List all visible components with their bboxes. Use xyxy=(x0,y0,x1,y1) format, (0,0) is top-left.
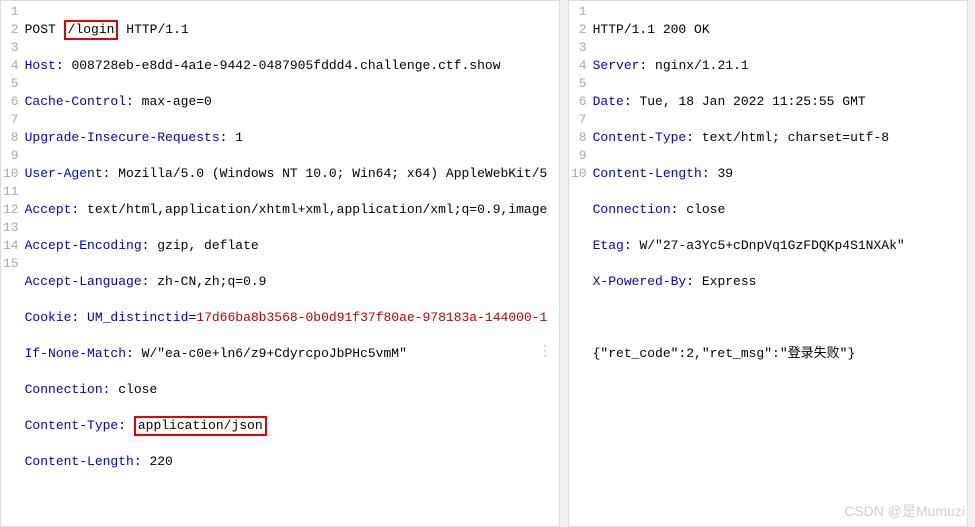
response-code[interactable]: HTTP/1.1 200 OK Server: nginx/1.21.1 Dat… xyxy=(593,3,967,399)
response-pane: 12345678910 HTTP/1.1 200 OK Server: ngin… xyxy=(568,0,968,527)
highlight-content-type: application/json xyxy=(134,416,267,436)
request-code[interactable]: POST /login HTTP/1.1 Host: 008728eb-e8dd… xyxy=(25,3,559,527)
highlight-path: /login xyxy=(64,20,119,40)
request-line-numbers: 123456789101112131415 xyxy=(1,3,25,527)
request-pane: 123456789101112131415 POST /login HTTP/1… xyxy=(0,0,560,527)
overflow-icon[interactable]: ⋮ xyxy=(538,343,553,360)
response-line-numbers: 12345678910 xyxy=(569,3,593,399)
